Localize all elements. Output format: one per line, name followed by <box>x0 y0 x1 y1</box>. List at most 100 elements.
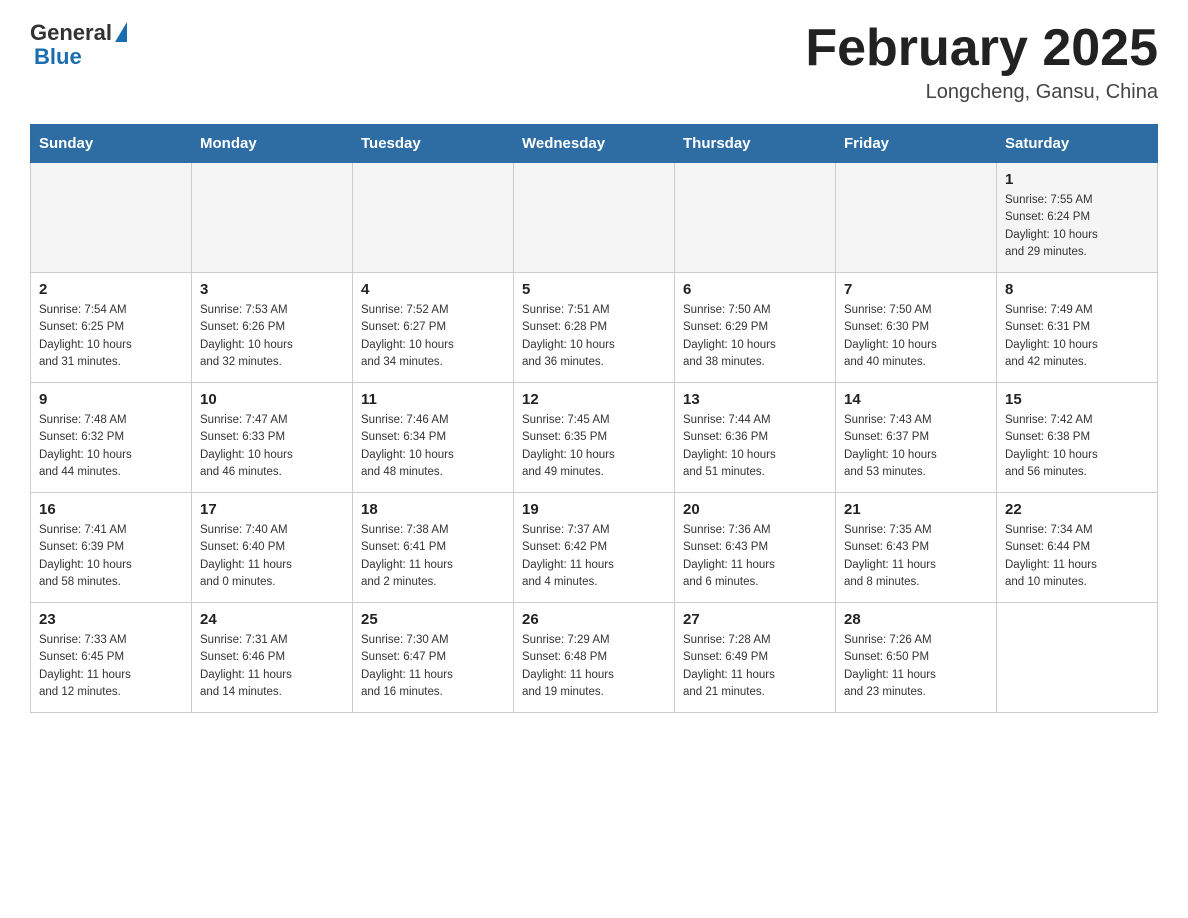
calendar-cell: 21 Sunrise: 7:35 AMSunset: 6:43 PMDayligh… <box>836 493 997 603</box>
calendar-cell: 10Sunrise: 7:47 AMSunset: 6:33 PMDayligh… <box>192 383 353 493</box>
day-number: 9 <box>39 391 183 408</box>
day-number: 13 <box>683 391 827 408</box>
calendar-header-row: SundayMondayTuesdayWednesdayThursdayFrid… <box>31 125 1158 163</box>
day-number: 10 <box>200 391 344 408</box>
day-info: Sunrise: 7:44 AMSunset: 6:36 PMDaylight:… <box>683 412 827 481</box>
calendar-week-row: 1 Sunrise: 7:55 AMSunset: 6:24 PMDaylight… <box>31 163 1158 273</box>
calendar-cell <box>31 163 192 273</box>
calendar-cell <box>836 163 997 273</box>
day-info: Sunrise: 7:46 AMSunset: 6:34 PMDaylight:… <box>361 412 505 481</box>
logo-triangle-icon <box>115 22 127 42</box>
weekday-header-saturday: Saturday <box>997 125 1158 163</box>
day-info: Sunrise: 7:45 AMSunset: 6:35 PMDaylight:… <box>522 412 666 481</box>
calendar-cell: 4 Sunrise: 7:52 AMSunset: 6:27 PMDaylight… <box>353 273 514 383</box>
day-info: Sunrise: 7:41 AMSunset: 6:39 PMDaylight:… <box>39 522 183 591</box>
day-number: 18 <box>361 501 505 518</box>
day-number: 12 <box>522 391 666 408</box>
weekday-header-wednesday: Wednesday <box>514 125 675 163</box>
day-info: Sunrise: 7:31 AMSunset: 6:46 PMDaylight:… <box>200 632 344 701</box>
day-number: 16 <box>39 501 183 518</box>
calendar-cell: 6Sunrise: 7:50 AMSunset: 6:29 PMDaylight… <box>675 273 836 383</box>
calendar-cell: 1 Sunrise: 7:55 AMSunset: 6:24 PMDaylight… <box>997 163 1158 273</box>
day-info: Sunrise: 7:50 AMSunset: 6:30 PMDaylight:… <box>844 302 988 371</box>
calendar-cell: 9 Sunrise: 7:48 AMSunset: 6:32 PMDaylight… <box>31 383 192 493</box>
calendar-week-row: 16 Sunrise: 7:41 AMSunset: 6:39 PMDayligh… <box>31 493 1158 603</box>
day-number: 8 <box>1005 281 1149 298</box>
calendar-cell <box>353 163 514 273</box>
day-number: 5 <box>522 281 666 298</box>
calendar-cell: 8 Sunrise: 7:49 AMSunset: 6:31 PMDaylight… <box>997 273 1158 383</box>
page-header: General Blue February 2025 Longcheng, Ga… <box>30 20 1158 104</box>
calendar-cell: 26 Sunrise: 7:29 AMSunset: 6:48 PMDayligh… <box>514 603 675 713</box>
calendar-cell: 14 Sunrise: 7:43 AMSunset: 6:37 PMDayligh… <box>836 383 997 493</box>
weekday-header-thursday: Thursday <box>675 125 836 163</box>
day-number: 23 <box>39 611 183 628</box>
day-info: Sunrise: 7:48 AMSunset: 6:32 PMDaylight:… <box>39 412 183 481</box>
day-number: 21 <box>844 501 988 518</box>
day-info: Sunrise: 7:50 AMSunset: 6:29 PMDaylight:… <box>683 302 827 371</box>
calendar-cell: 25 Sunrise: 7:30 AMSunset: 6:47 PMDayligh… <box>353 603 514 713</box>
calendar-cell: 17Sunrise: 7:40 AMSunset: 6:40 PMDayligh… <box>192 493 353 603</box>
day-info: Sunrise: 7:28 AMSunset: 6:49 PMDaylight:… <box>683 632 827 701</box>
location-title: Longcheng, Gansu, China <box>805 81 1158 104</box>
day-info: Sunrise: 7:30 AMSunset: 6:47 PMDaylight:… <box>361 632 505 701</box>
day-number: 19 <box>522 501 666 518</box>
day-info: Sunrise: 7:42 AMSunset: 6:38 PMDaylight:… <box>1005 412 1149 481</box>
calendar-cell <box>514 163 675 273</box>
day-info: Sunrise: 7:33 AMSunset: 6:45 PMDaylight:… <box>39 632 183 701</box>
day-info: Sunrise: 7:29 AMSunset: 6:48 PMDaylight:… <box>522 632 666 701</box>
logo: General Blue <box>30 20 127 70</box>
day-number: 15 <box>1005 391 1149 408</box>
day-info: Sunrise: 7:53 AMSunset: 6:26 PMDaylight:… <box>200 302 344 371</box>
day-number: 11 <box>361 391 505 408</box>
calendar-cell: 16 Sunrise: 7:41 AMSunset: 6:39 PMDayligh… <box>31 493 192 603</box>
weekday-header-monday: Monday <box>192 125 353 163</box>
day-info: Sunrise: 7:36 AMSunset: 6:43 PMDaylight:… <box>683 522 827 591</box>
day-info: Sunrise: 7:38 AMSunset: 6:41 PMDaylight:… <box>361 522 505 591</box>
calendar-cell: 3Sunrise: 7:53 AMSunset: 6:26 PMDaylight… <box>192 273 353 383</box>
calendar-cell <box>997 603 1158 713</box>
calendar-cell: 18 Sunrise: 7:38 AMSunset: 6:41 PMDayligh… <box>353 493 514 603</box>
calendar-cell: 22 Sunrise: 7:34 AMSunset: 6:44 PMDayligh… <box>997 493 1158 603</box>
calendar-week-row: 23 Sunrise: 7:33 AMSunset: 6:45 PMDayligh… <box>31 603 1158 713</box>
calendar-cell: 20 Sunrise: 7:36 AMSunset: 6:43 PMDayligh… <box>675 493 836 603</box>
calendar-cell: 2Sunrise: 7:54 AMSunset: 6:25 PMDaylight… <box>31 273 192 383</box>
weekday-header-sunday: Sunday <box>31 125 192 163</box>
logo-general-text: General <box>30 20 112 46</box>
day-info: Sunrise: 7:43 AMSunset: 6:37 PMDaylight:… <box>844 412 988 481</box>
day-info: Sunrise: 7:26 AMSunset: 6:50 PMDaylight:… <box>844 632 988 701</box>
day-number: 24 <box>200 611 344 628</box>
day-number: 7 <box>844 281 988 298</box>
calendar-cell: 24 Sunrise: 7:31 AMSunset: 6:46 PMDayligh… <box>192 603 353 713</box>
day-info: Sunrise: 7:51 AMSunset: 6:28 PMDaylight:… <box>522 302 666 371</box>
day-info: Sunrise: 7:55 AMSunset: 6:24 PMDaylight:… <box>1005 192 1149 261</box>
calendar-week-row: 9 Sunrise: 7:48 AMSunset: 6:32 PMDaylight… <box>31 383 1158 493</box>
calendar-cell: 11 Sunrise: 7:46 AMSunset: 6:34 PMDayligh… <box>353 383 514 493</box>
day-number: 22 <box>1005 501 1149 518</box>
day-info: Sunrise: 7:52 AMSunset: 6:27 PMDaylight:… <box>361 302 505 371</box>
day-number: 14 <box>844 391 988 408</box>
calendar-cell <box>192 163 353 273</box>
day-number: 27 <box>683 611 827 628</box>
day-info: Sunrise: 7:37 AMSunset: 6:42 PMDaylight:… <box>522 522 666 591</box>
day-number: 28 <box>844 611 988 628</box>
day-number: 17 <box>200 501 344 518</box>
day-number: 26 <box>522 611 666 628</box>
day-number: 2 <box>39 281 183 298</box>
weekday-header-friday: Friday <box>836 125 997 163</box>
day-number: 25 <box>361 611 505 628</box>
calendar-table: SundayMondayTuesdayWednesdayThursdayFrid… <box>30 124 1158 713</box>
calendar-cell <box>675 163 836 273</box>
day-info: Sunrise: 7:34 AMSunset: 6:44 PMDaylight:… <box>1005 522 1149 591</box>
day-number: 1 <box>1005 171 1149 188</box>
calendar-cell: 19 Sunrise: 7:37 AMSunset: 6:42 PMDayligh… <box>514 493 675 603</box>
calendar-cell: 27 Sunrise: 7:28 AMSunset: 6:49 PMDayligh… <box>675 603 836 713</box>
month-title: February 2025 <box>805 20 1158 77</box>
day-info: Sunrise: 7:35 AMSunset: 6:43 PMDaylight:… <box>844 522 988 591</box>
day-number: 4 <box>361 281 505 298</box>
calendar-cell: 5 Sunrise: 7:51 AMSunset: 6:28 PMDaylight… <box>514 273 675 383</box>
calendar-cell: 23 Sunrise: 7:33 AMSunset: 6:45 PMDayligh… <box>31 603 192 713</box>
title-section: February 2025 Longcheng, Gansu, China <box>805 20 1158 104</box>
day-number: 20 <box>683 501 827 518</box>
day-info: Sunrise: 7:49 AMSunset: 6:31 PMDaylight:… <box>1005 302 1149 371</box>
